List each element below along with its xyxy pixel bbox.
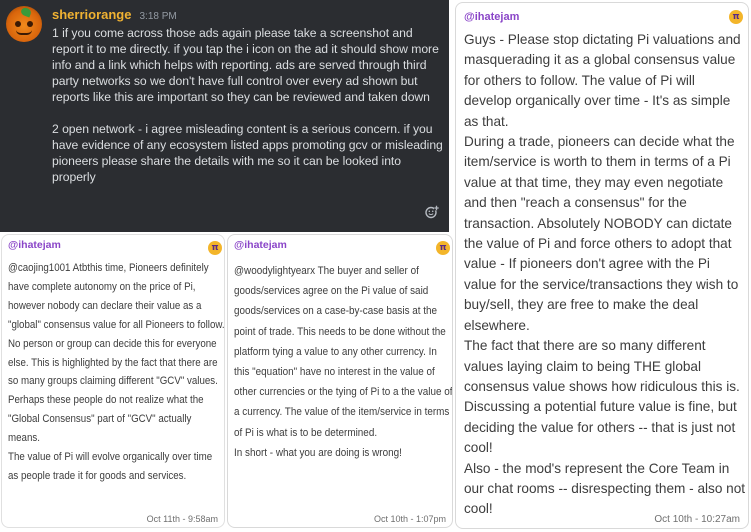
pi-badge-icon: π — [436, 241, 450, 255]
post-timestamp: Oct 11th - 9:58am — [146, 514, 218, 524]
post-paragraph: In short - what you are doing is wrong! — [234, 446, 402, 459]
author-handle[interactable]: @ihatejam — [464, 11, 519, 23]
message-paragraph: 2 open network - i agree misleading cont… — [52, 122, 443, 184]
post-paragraph: Guys - Please stop dictating Pi valuatio… — [464, 32, 741, 129]
avatar-leaf — [19, 6, 33, 18]
post-card-right: @ihatejam π Guys - Please stop dictating… — [455, 2, 749, 529]
message-timestamp: 3:18 PM — [139, 11, 177, 22]
avatar-eye-right — [27, 21, 33, 27]
discord-message: sherriorange 3:18 PM 1 if you come acros… — [0, 0, 449, 232]
author-handle[interactable]: @ihatejam — [8, 239, 61, 251]
avatar-eye-left — [15, 21, 21, 27]
pi-badge-icon: π — [208, 241, 222, 255]
post-paragraph: @caojing1001 Atbthis time, Pioneers defi… — [8, 262, 225, 445]
post-text: @woodylightyearx The buyer and seller of… — [234, 261, 453, 463]
post-card-left: @ihatejam π @caojing1001 Atbthis time, P… — [1, 234, 225, 528]
avatar[interactable] — [6, 6, 42, 42]
message-paragraph: 1 if you come across those ads again ple… — [52, 26, 439, 104]
message-body: 1 if you come across those ads again ple… — [52, 25, 444, 201]
add-reaction-icon[interactable] — [425, 205, 439, 219]
username[interactable]: sherriorange — [52, 7, 131, 22]
post-paragraph: The fact that there are so many differen… — [464, 338, 740, 456]
avatar-mouth — [16, 30, 32, 35]
post-paragraph: During a trade, pioneers can decide what… — [464, 134, 739, 333]
post-card-middle: @ihatejam π @woodylightyearx The buyer a… — [227, 234, 453, 528]
post-paragraph: Also - the mod's represent the Core Team… — [464, 460, 746, 517]
post-timestamp: Oct 10th - 10:27am — [654, 514, 740, 525]
post-text: Guys - Please stop dictating Pi valuatio… — [464, 30, 746, 520]
post-paragraph: The value of Pi will evolve organically … — [8, 451, 213, 482]
post-text: @caojing1001 Atbthis time, Pioneers defi… — [8, 259, 225, 486]
post-timestamp: Oct 10th - 1:07pm — [373, 514, 446, 524]
author-handle[interactable]: @ihatejam — [234, 239, 287, 251]
message-header: sherriorange 3:18 PM — [52, 7, 177, 22]
pi-badge-icon: π — [729, 10, 743, 24]
post-paragraph: @woodylightyearx The buyer and seller of… — [234, 265, 453, 439]
